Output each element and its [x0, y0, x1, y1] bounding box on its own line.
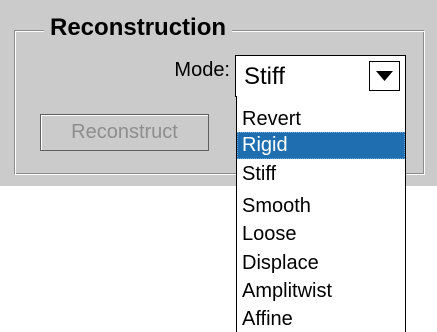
- mode-select-value: Stiff: [244, 63, 285, 90]
- dropdown-arrow-button[interactable]: [369, 61, 400, 91]
- mode-option-stiff[interactable]: Stiff: [237, 161, 405, 188]
- mode-option-loose[interactable]: Loose: [237, 221, 405, 248]
- mode-select[interactable]: Stiff: [235, 55, 406, 97]
- mode-option-rigid[interactable]: Rigid: [237, 132, 405, 159]
- mode-option-amplitwist[interactable]: Amplitwist: [237, 278, 405, 305]
- mode-option-displace[interactable]: Displace: [237, 250, 405, 277]
- mode-option-affine[interactable]: Affine: [237, 306, 405, 332]
- mode-option-revert[interactable]: Revert: [237, 106, 405, 133]
- group-title: Reconstruction: [44, 14, 233, 42]
- mode-label: Mode:: [174, 59, 230, 81]
- mode-dropdown-list: Revert Rigid Stiff Smooth Loose Displace…: [236, 96, 406, 332]
- mode-option-smooth[interactable]: Smooth: [237, 193, 405, 220]
- triangle-down-icon: [376, 71, 393, 81]
- reconstruct-button[interactable]: Reconstruct: [40, 114, 209, 151]
